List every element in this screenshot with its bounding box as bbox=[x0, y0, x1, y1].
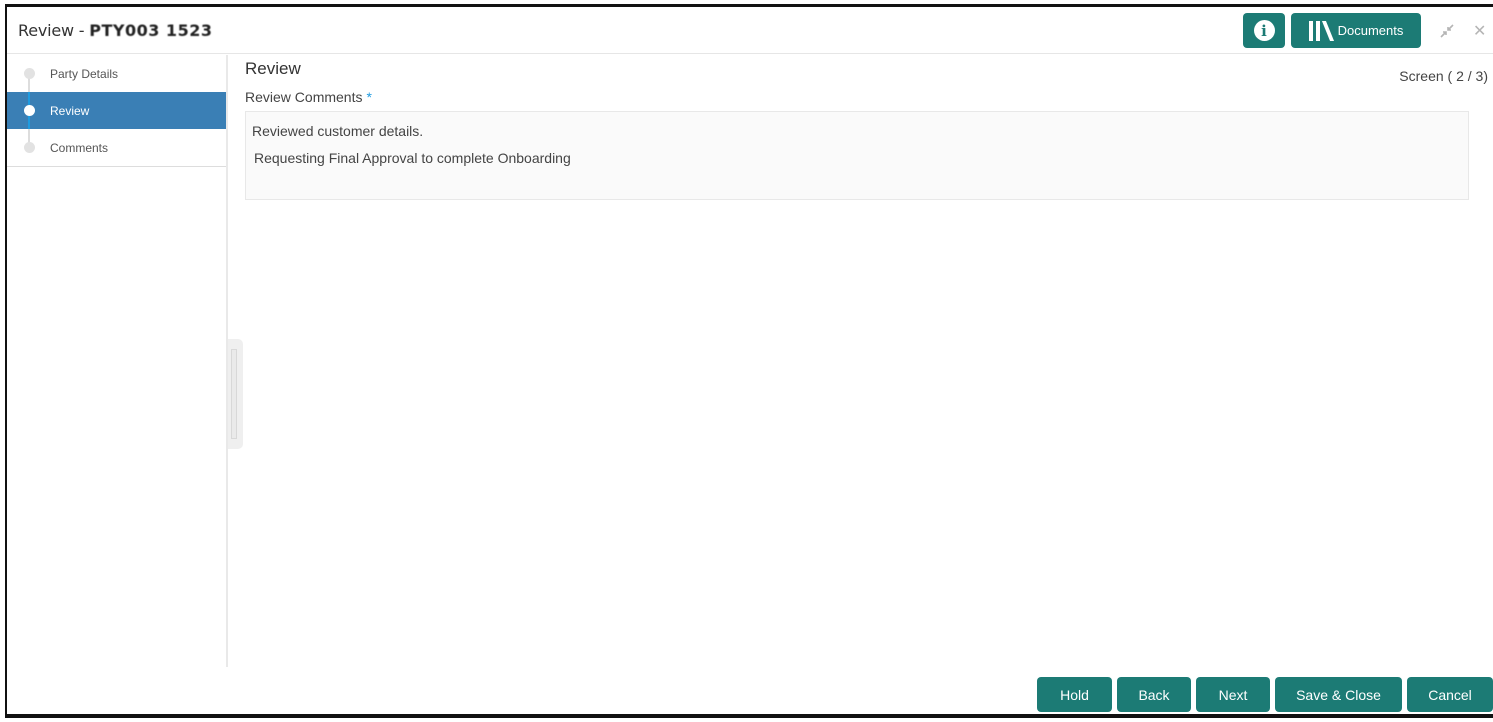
step-comments[interactable]: Comments bbox=[7, 129, 226, 166]
field-label-text: Review Comments bbox=[245, 89, 363, 105]
window-title: Review - PTY003 1523 bbox=[18, 21, 212, 40]
next-button[interactable]: Next bbox=[1196, 677, 1270, 712]
resize-grip bbox=[231, 349, 237, 439]
page-title: Review bbox=[245, 59, 301, 78]
header-bar: Review - PTY003 1523 i Documents ✕ bbox=[7, 7, 1493, 54]
step-label: Review bbox=[50, 103, 90, 118]
sidebar-resize-handle[interactable] bbox=[228, 339, 243, 449]
step-dot-icon bbox=[24, 105, 35, 116]
step-navigator: Party Details Review Comments bbox=[7, 55, 228, 667]
close-icon[interactable]: ✕ bbox=[1473, 21, 1486, 40]
main-content: Review Screen ( 2 / 3) Review Comments * … bbox=[245, 55, 1490, 655]
step-party-details[interactable]: Party Details bbox=[7, 55, 226, 92]
documents-label: Documents bbox=[1337, 23, 1404, 38]
documents-button[interactable]: Documents bbox=[1291, 13, 1421, 48]
cancel-button[interactable]: Cancel bbox=[1407, 677, 1493, 712]
step-list: Party Details Review Comments bbox=[7, 55, 226, 167]
step-review[interactable]: Review bbox=[7, 92, 226, 129]
step-label: Comments bbox=[50, 140, 109, 155]
library-books-icon bbox=[1308, 20, 1334, 41]
party-id-masked: PTY003 1523 bbox=[89, 21, 213, 40]
back-button[interactable]: Back bbox=[1117, 677, 1191, 712]
required-marker: * bbox=[366, 89, 372, 105]
step-label: Party Details bbox=[50, 66, 119, 81]
footer-actions: Hold Back Next Save & Close Cancel bbox=[1037, 677, 1493, 712]
comment-line: Reviewed customer details. bbox=[252, 123, 424, 139]
screen-indicator: Screen ( 2 / 3) bbox=[1399, 68, 1488, 84]
title-prefix: Review - bbox=[18, 21, 90, 40]
step-dot-icon bbox=[24, 142, 35, 153]
minimize-icon[interactable] bbox=[1439, 23, 1455, 43]
info-icon: i bbox=[1253, 20, 1275, 41]
save-close-button[interactable]: Save & Close bbox=[1275, 677, 1402, 712]
hold-button[interactable]: Hold bbox=[1037, 677, 1112, 712]
comment-line: Requesting Final Approval to complete On… bbox=[254, 150, 571, 166]
review-comments-field[interactable]: Reviewed customer details. Requesting Fi… bbox=[245, 111, 1469, 200]
step-dot-icon bbox=[24, 68, 35, 79]
review-comments-label: Review Comments * bbox=[245, 89, 372, 105]
info-button[interactable]: i bbox=[1243, 13, 1285, 48]
